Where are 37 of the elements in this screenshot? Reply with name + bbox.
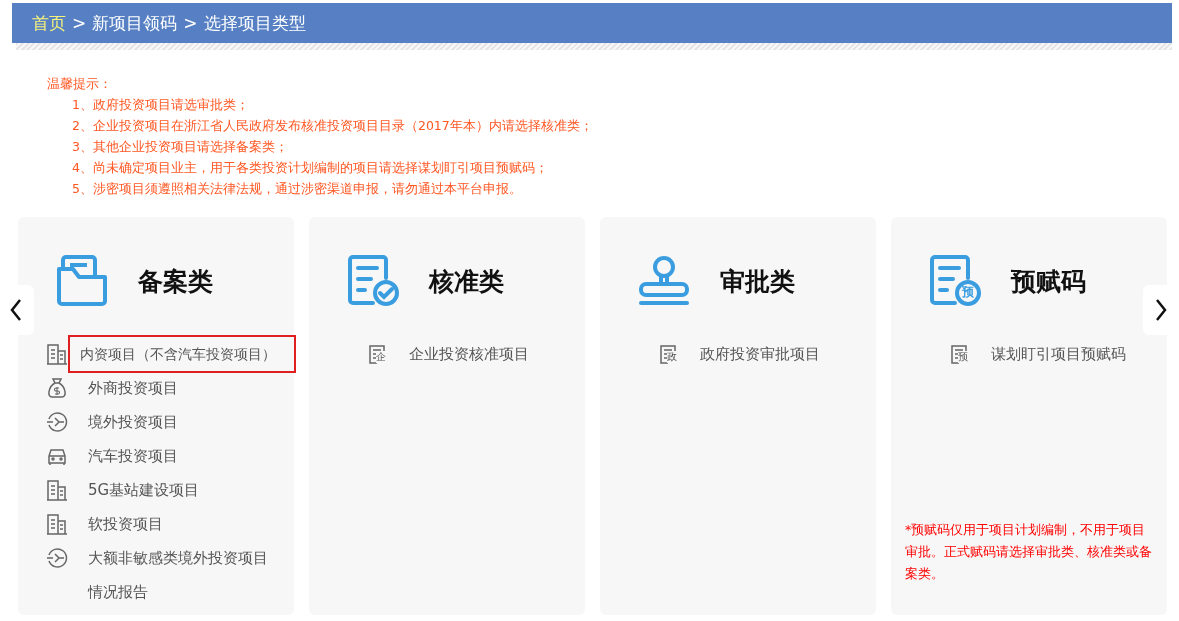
project-type-item[interactable]: 5G基站建设项目	[46, 473, 294, 507]
building-icon	[46, 479, 68, 501]
globe-plane-icon	[46, 547, 68, 569]
building-icon	[46, 513, 68, 535]
breadcrumb-item: 新项目领码	[92, 11, 178, 35]
category-title: 审批类	[720, 265, 795, 298]
chevron-right-icon	[1154, 298, 1168, 322]
project-type-item[interactable]: 内资项目（不含汽车投资项目）	[70, 337, 294, 371]
notice-line: 4、尚未确定项目业主，用于各类投资计划编制的项目请选择谋划盯引项目预赋码；	[71, 159, 549, 177]
chevron-left-icon	[9, 298, 23, 322]
building-icon	[46, 343, 68, 365]
notice-line: 3、其他企业投资项目请选择备案类；	[71, 138, 289, 156]
project-type-item[interactable]: 预 谋划盯引项目预赋码	[949, 337, 1167, 371]
category-title: 预赋码	[1011, 265, 1086, 298]
project-type-item[interactable]: 政 政府投资审批项目	[658, 337, 876, 371]
project-type-item[interactable]: 外商投资项目	[46, 371, 294, 405]
money-bag-icon	[46, 377, 68, 399]
notice-title: 温馨提示：	[47, 75, 113, 93]
document-check-icon	[347, 255, 399, 307]
project-type-item[interactable]: 汽车投资项目	[46, 439, 294, 473]
category-title: 核准类	[429, 265, 504, 298]
globe-plane-icon	[46, 411, 68, 433]
notice-line: 1、政府投资项目请选审批类；	[71, 96, 250, 114]
home-link[interactable]: 首页	[32, 11, 66, 35]
project-type-item[interactable]: 软投资项目	[46, 507, 294, 541]
breadcrumb-separator: >	[183, 13, 198, 33]
notice-line: 5、涉密项目须遵照相关法律法规，通过涉密渠道申报，请勿通过本平台申报。	[71, 180, 523, 198]
card-note: *预赋码仅用于项目计划编制，不用于项目审批。正式赋码请选择审批类、核准类或备案类。	[904, 521, 1153, 583]
category-title: 备案类	[138, 265, 213, 298]
project-type-item[interactable]: 境外投资项目	[46, 405, 294, 439]
project-type-item[interactable]: 企 企业投资核准项目	[367, 337, 585, 371]
notice-line: 2、企业投资项目在浙江省人民政府发布核准投资项目目录（2017年本）内请选择核准类；	[71, 117, 594, 135]
stamp-icon	[638, 255, 690, 307]
breadcrumb-separator: >	[72, 13, 87, 33]
project-type-item[interactable]: 大额非敏感类境外投资项目情况报告	[46, 541, 294, 609]
folder-icon	[56, 255, 108, 307]
breadcrumb-item: 选择项目类型	[203, 11, 306, 35]
